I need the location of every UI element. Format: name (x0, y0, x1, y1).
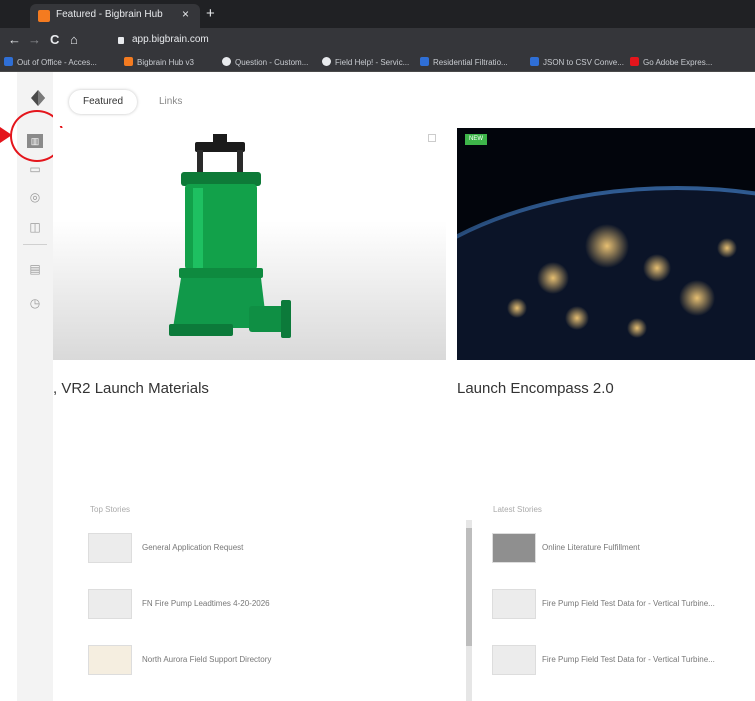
document-thumbnail (88, 589, 132, 619)
url-text: app.bigbrain.com (132, 34, 209, 45)
document-thumbnail (492, 645, 536, 675)
pump-illustration (169, 134, 291, 338)
bookmark-item[interactable]: Bigbrain Hub v3 (124, 57, 194, 67)
bookmark-item[interactable]: JSON to CSV Conve... (530, 57, 624, 67)
earth-night-image: NEW (457, 128, 755, 360)
story-title: General Application Request (142, 543, 244, 552)
bookmark-item[interactable]: Field Help! - Servic... (322, 57, 409, 67)
app-sidebar: ▥ ▭ ◎ ◫ ▤ ◷ (17, 72, 53, 701)
bag-icon[interactable]: ◫ (28, 220, 42, 234)
bookmarks-bar: Out of Office - Acces... Bigbrain Hub v3… (0, 54, 755, 72)
logo-icon[interactable] (31, 90, 45, 106)
close-tab-icon[interactable]: × (182, 7, 189, 21)
pump-image (53, 128, 446, 360)
bookmark-icon (124, 57, 133, 66)
globe-icon (322, 57, 331, 66)
bookmark-item[interactable]: Question - Custom... (222, 57, 308, 67)
favicon-icon (38, 10, 50, 22)
scrollbar-thumb[interactable] (466, 528, 472, 646)
newspaper-icon[interactable]: ▤ (28, 262, 42, 276)
document-thumbnail (88, 533, 132, 563)
forward-button[interactable]: → (28, 32, 41, 47)
globe-icon (222, 57, 231, 66)
card-title: Launch Encompass 2.0 (457, 380, 614, 397)
globe-icon[interactable]: ◎ (28, 190, 42, 204)
list-item[interactable]: FN Fire Pump Leadtimes 4-20-2026 (88, 589, 418, 619)
back-button[interactable]: ← (8, 32, 21, 47)
top-stories-label: Top Stories (90, 505, 131, 514)
bookmark-item[interactable]: Residential Filtratio... (420, 57, 508, 67)
bookmark-icon (530, 57, 539, 66)
document-thumbnail (88, 645, 132, 675)
document-thumbnail (492, 589, 536, 619)
sidebar-divider (23, 244, 47, 245)
bookmark-item[interactable]: Out of Office - Acces... (4, 57, 97, 67)
card-title: , VR2 Launch Materials (53, 380, 209, 397)
latest-stories-label: Latest Stories (493, 505, 542, 514)
list-item[interactable]: Fire Pump Field Test Data for - Vertical… (492, 589, 755, 619)
list-item[interactable]: Online Literature Fulfillment (492, 533, 755, 563)
list-item[interactable]: General Application Request (88, 533, 418, 563)
clock-icon[interactable]: ◷ (28, 296, 42, 310)
calendar-icon[interactable]: ▭ (28, 162, 42, 176)
new-badge: NEW (465, 134, 487, 145)
photo-thumbnail (492, 533, 536, 563)
home-button[interactable]: ⌂ (70, 32, 78, 47)
story-title: North Aurora Field Support Directory (142, 655, 272, 664)
story-title: Fire Pump Field Test Data for - Vertical… (542, 655, 715, 664)
bookmark-item[interactable]: Go Adobe Expres... (630, 57, 712, 67)
tab-links[interactable]: Links (145, 90, 196, 114)
adobe-icon (630, 57, 639, 66)
bookmark-icon (4, 57, 13, 66)
browser-tabstrip: Featured - Bigbrain Hub × + (0, 0, 755, 28)
lock-icon (118, 37, 124, 44)
list-item[interactable]: Fire Pump Field Test Data for - Vertical… (492, 645, 755, 675)
tab-title: Featured - Bigbrain Hub (56, 9, 163, 20)
earth-illustration (457, 186, 755, 360)
reload-button[interactable]: C (50, 32, 59, 47)
expand-icon[interactable] (428, 134, 436, 142)
annotation-arrow-icon (0, 127, 12, 143)
story-title: FN Fire Pump Leadtimes 4-20-2026 (142, 599, 270, 608)
scrollbar[interactable] (466, 520, 472, 701)
story-title: Online Literature Fulfillment (542, 543, 640, 552)
tab-featured[interactable]: Featured (69, 90, 138, 114)
bookmark-icon (420, 57, 429, 66)
top-navigation: Featured Links (53, 72, 755, 126)
address-bar[interactable]: app.bigbrain.com (110, 31, 750, 51)
browser-toolbar: ← → C ⌂ app.bigbrain.com (0, 28, 755, 54)
browser-tab[interactable]: Featured - Bigbrain Hub × (30, 4, 200, 28)
list-item[interactable]: North Aurora Field Support Directory (88, 645, 418, 675)
story-title: Fire Pump Field Test Data for - Vertical… (542, 599, 715, 608)
new-tab-button[interactable]: + (206, 5, 215, 22)
